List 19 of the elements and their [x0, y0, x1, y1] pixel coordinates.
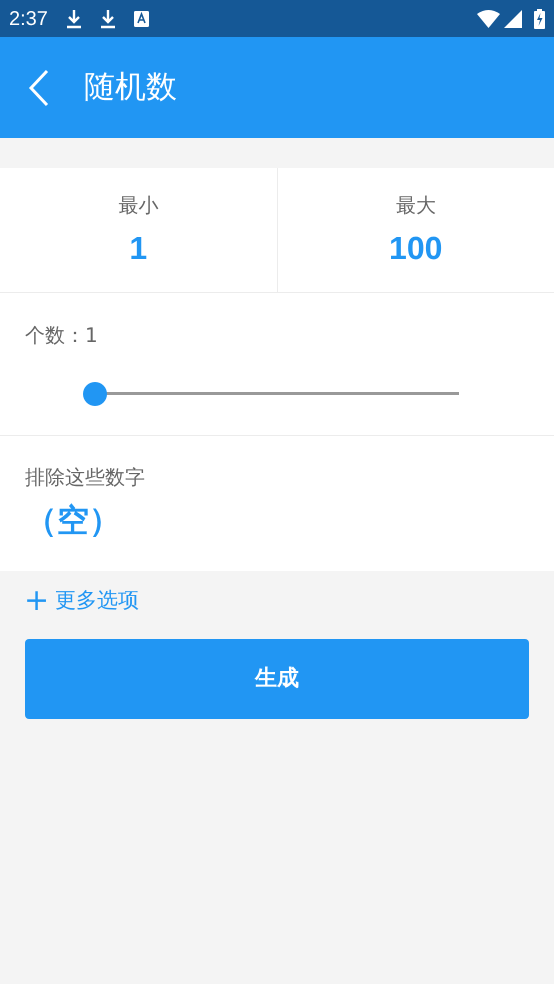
generate-button[interactable]: 生成 [25, 638, 529, 718]
exclude-value[interactable]: （空） [25, 496, 121, 544]
range-label: 最大 [396, 192, 436, 219]
status-time: 2:37 [9, 6, 48, 32]
download-icon [100, 8, 116, 28]
signal-icon [504, 10, 522, 28]
slider-thumb[interactable] [83, 382, 107, 406]
count-label: 个数：1 [25, 322, 99, 349]
back-icon [28, 68, 50, 106]
battery-icon [534, 8, 545, 28]
app-title: 随机数 [84, 68, 177, 108]
exclude-label: 排除这些数字 [25, 464, 146, 491]
keyboard-icon [134, 10, 149, 26]
wifi-icon [477, 10, 500, 28]
range-label: 最小 [118, 192, 158, 219]
more-options-link[interactable]: + 更多选项 [24, 585, 140, 616]
download-icon [66, 8, 82, 28]
range-value[interactable]: 1 [129, 224, 148, 272]
range-value[interactable]: 100 [389, 224, 442, 272]
